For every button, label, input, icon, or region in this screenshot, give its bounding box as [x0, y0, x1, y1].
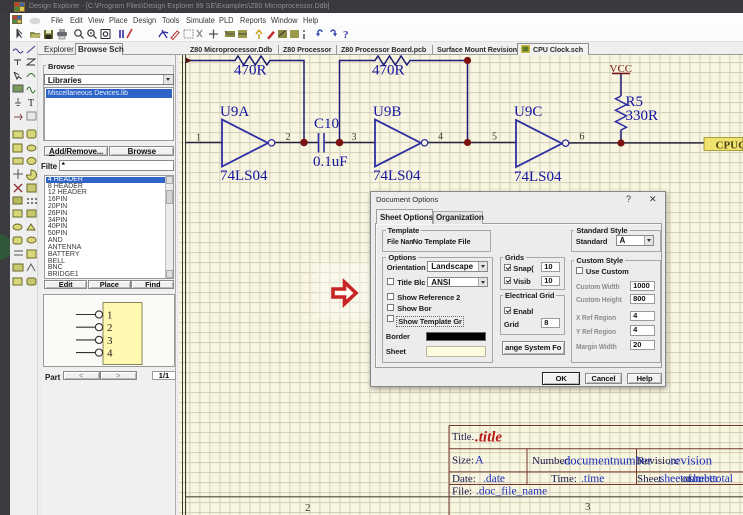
- svg-text:.time: .time: [581, 473, 604, 485]
- svg-text:?: ?: [343, 29, 349, 41]
- svg-text:.revision: .revision: [667, 453, 713, 468]
- svg-text:1: 1: [196, 133, 201, 144]
- svg-text:1: 1: [107, 309, 113, 321]
- svg-text:6: 6: [580, 132, 585, 143]
- svg-text:2: 2: [305, 502, 311, 514]
- svg-text:74LS04: 74LS04: [220, 168, 268, 184]
- svg-text:Size:: Size:: [452, 455, 474, 467]
- svg-text:4: 4: [107, 347, 113, 359]
- svg-text:VCC: VCC: [610, 63, 633, 75]
- svg-text:T: T: [28, 98, 34, 109]
- svg-text:330R: 330R: [626, 108, 659, 124]
- svg-text:2: 2: [107, 322, 113, 334]
- svg-text:File:: File:: [452, 486, 472, 498]
- svg-text:74LS04: 74LS04: [373, 168, 421, 184]
- svg-text:Date:: Date:: [452, 473, 476, 485]
- svg-text:U9A: U9A: [220, 104, 249, 120]
- svg-text:.date: .date: [483, 473, 505, 485]
- svg-text:Time:: Time:: [551, 473, 577, 485]
- svg-text:3: 3: [352, 132, 357, 143]
- svg-text:74LS04: 74LS04: [514, 169, 562, 185]
- svg-text:4: 4: [438, 132, 443, 143]
- svg-text:470R: 470R: [234, 63, 267, 79]
- svg-text:C10: C10: [314, 116, 339, 132]
- svg-text:2: 2: [286, 132, 291, 143]
- svg-text:A: A: [475, 453, 484, 467]
- svg-text:.title: .title: [475, 430, 502, 446]
- svg-text:5: 5: [492, 132, 497, 143]
- svg-text:U9C: U9C: [514, 104, 542, 120]
- svg-text:0.1uF: 0.1uF: [313, 154, 348, 170]
- svg-text:CPUC: CPUC: [716, 140, 743, 152]
- svg-text:.doc_file_name: .doc_file_name: [476, 486, 547, 498]
- svg-text:470R: 470R: [372, 63, 405, 79]
- svg-text:U9B: U9B: [373, 104, 401, 120]
- svg-text:Title.: Title.: [452, 432, 474, 443]
- svg-text:3: 3: [107, 334, 113, 346]
- svg-text:.sheettotal: .sheettotal: [686, 473, 733, 485]
- svg-text:3: 3: [585, 501, 591, 513]
